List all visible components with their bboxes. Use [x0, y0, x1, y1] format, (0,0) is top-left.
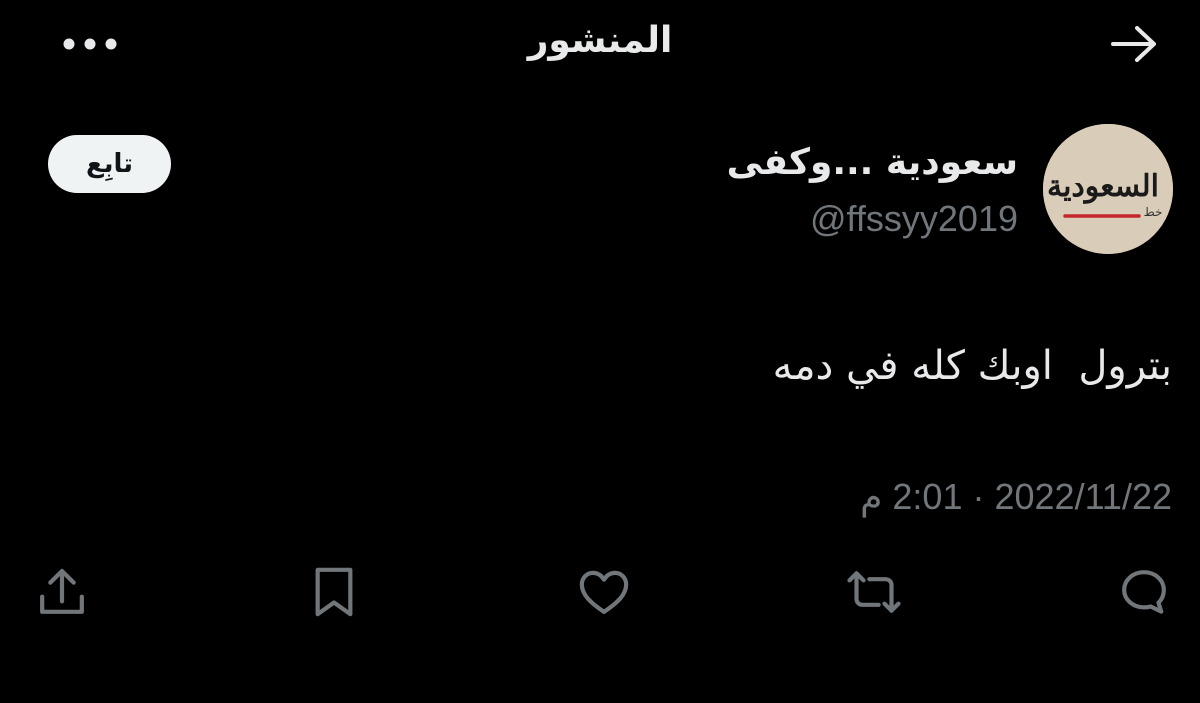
- bookmark-icon: [315, 567, 353, 617]
- post-text: بترول اوبك كله في دمه: [772, 343, 1172, 389]
- post-timestamp[interactable]: 2022/11/22 · 2:01 م: [860, 472, 1172, 522]
- page-title: المنشور: [527, 20, 673, 61]
- author-handle[interactable]: @ffssyy2019: [810, 194, 1018, 244]
- back-button[interactable]: [1108, 22, 1160, 66]
- reply-icon: [1122, 570, 1166, 614]
- like-icon: [579, 570, 629, 614]
- avatar-calligraphy: السعودية: [1047, 169, 1159, 204]
- follow-button[interactable]: تابِع: [48, 135, 171, 193]
- more-dots-icon: [63, 38, 117, 50]
- post-date: 2022/11/22: [994, 476, 1172, 517]
- reply-button[interactable]: [1112, 560, 1176, 624]
- avatar-small-text: خط: [1144, 205, 1163, 219]
- arrow-right-icon: [1111, 26, 1156, 62]
- share-button[interactable]: [30, 560, 94, 624]
- like-button[interactable]: [572, 560, 636, 624]
- avatar[interactable]: السعودية خط: [1043, 124, 1173, 254]
- retweet-icon: [847, 571, 901, 613]
- share-icon: [40, 568, 84, 614]
- post-time: 2:01 م: [860, 476, 963, 517]
- author-display-name[interactable]: سعودية ...وكفى: [727, 138, 1018, 188]
- more-options-button[interactable]: [60, 22, 120, 66]
- meta-separator: ·: [972, 476, 985, 517]
- retweet-button[interactable]: [842, 560, 906, 624]
- bookmark-button[interactable]: [302, 560, 366, 624]
